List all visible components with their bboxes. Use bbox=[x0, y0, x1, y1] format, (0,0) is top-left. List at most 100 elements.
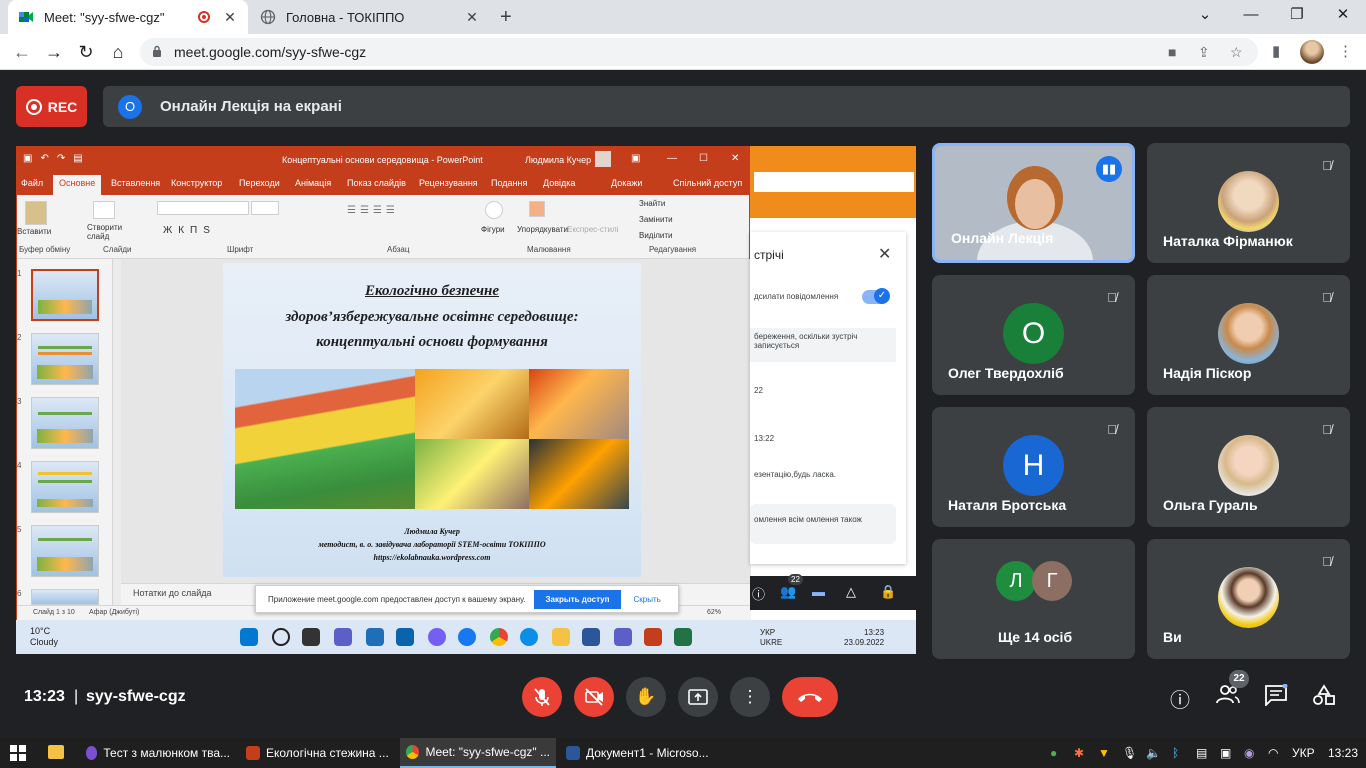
tray-app-icon[interactable]: ▼ bbox=[1098, 746, 1110, 760]
computer-lab-photo bbox=[529, 439, 629, 509]
more-vert-icon: ⋮ bbox=[741, 687, 759, 706]
presenter-initial: О bbox=[118, 94, 142, 119]
more-options-button[interactable]: ⋮ bbox=[730, 677, 770, 717]
people-icon: 👥 bbox=[780, 584, 797, 599]
taskbar-app-test[interactable]: Тест з малюнком тва... bbox=[80, 738, 236, 768]
leave-call-button[interactable] bbox=[782, 677, 838, 717]
activities-button[interactable] bbox=[1310, 684, 1338, 712]
side-panel-icon[interactable]: ▮ bbox=[1272, 42, 1280, 60]
tab-title: Головна - ТОКІППО bbox=[286, 9, 405, 25]
reload-icon[interactable]: ↻ bbox=[74, 40, 98, 64]
camera-toggle-button[interactable] bbox=[574, 677, 614, 717]
minimize-button[interactable]: — bbox=[1228, 0, 1274, 30]
address-bar[interactable]: meet.google.com/syy-sfwe-cgz ■ ⇪ ☆ bbox=[140, 38, 1258, 66]
restore-button[interactable]: ❐ bbox=[1274, 0, 1320, 30]
taskbar-app-meet[interactable]: Meet: "syy-sfwe-cgz" ... bbox=[400, 738, 556, 768]
viber-icon[interactable]: ◉ bbox=[1244, 746, 1254, 760]
replace-label: Замінити bbox=[639, 215, 673, 224]
others-tile[interactable]: Л Г Ще 14 осіб bbox=[932, 539, 1135, 659]
tray-date: 23.09.2022 bbox=[844, 638, 885, 647]
participant-tile[interactable]: 🎙̸ Наталка Фірманюк bbox=[1147, 143, 1350, 263]
volume-icon[interactable]: 🔈 bbox=[1146, 746, 1161, 760]
tab-tokippo[interactable]: Головна - ТОКІППО ✕ bbox=[250, 0, 490, 34]
tray-app-icon[interactable]: ✱ bbox=[1074, 746, 1084, 760]
meet-tray-icon[interactable]: ▣ bbox=[1220, 746, 1231, 760]
avatar bbox=[1218, 303, 1279, 364]
tab-search-icon[interactable]: ⌄ bbox=[1182, 0, 1228, 30]
weather-temp: 10°C bbox=[30, 626, 51, 636]
participant-tile[interactable]: 🎙̸ О Олег Твердохліб bbox=[932, 275, 1135, 395]
display-icon[interactable]: ▤ bbox=[1196, 746, 1207, 760]
file-explorer-icon[interactable] bbox=[48, 745, 64, 759]
search-icon bbox=[272, 628, 290, 646]
slide-thumbnail bbox=[31, 269, 99, 321]
group-slides: Слайди bbox=[103, 245, 132, 254]
participant-tile[interactable]: 🎙̸ Н Наталя Бротська bbox=[932, 407, 1135, 527]
ppt-title-bar: ▣↶↷▤ Концептуальні основи середовища - P… bbox=[17, 147, 749, 173]
powerpoint-icon bbox=[246, 746, 260, 760]
raise-hand-button[interactable]: ✋ bbox=[626, 677, 666, 717]
chat-icon: ▬ bbox=[812, 584, 825, 599]
back-icon[interactable]: ← bbox=[10, 40, 34, 64]
tray-app-icon[interactable]: ● bbox=[1050, 746, 1057, 760]
mail-icon bbox=[396, 628, 414, 646]
mic-toggle-button[interactable] bbox=[522, 677, 562, 717]
thumb-number: 5 bbox=[17, 525, 22, 534]
avatar: Н bbox=[1003, 435, 1064, 496]
participant-name: Надія Піскор bbox=[1163, 365, 1252, 381]
avatar bbox=[1218, 171, 1279, 232]
meeting-code: syy-sfwe-cgz bbox=[86, 688, 186, 705]
quick-access-icons: ▣↶↷▤ bbox=[23, 153, 91, 164]
arrange-icon bbox=[529, 201, 545, 217]
taskbar-clock[interactable]: 13:23 bbox=[1328, 746, 1358, 760]
new-tab-button[interactable]: + bbox=[500, 6, 512, 29]
meeting-clock: 13:23 bbox=[24, 688, 65, 705]
taskbar-app-powerpoint[interactable]: Екологічна стежина ... bbox=[240, 738, 396, 768]
forward-icon[interactable]: → bbox=[42, 40, 66, 64]
participant-tile[interactable]: 🎙̸ Ольга Гураль bbox=[1147, 407, 1350, 527]
home-icon[interactable]: ⌂ bbox=[106, 40, 130, 64]
chat-message: езентацію,будь ласка. bbox=[754, 470, 836, 479]
bookmark-star-icon[interactable]: ☆ bbox=[1230, 44, 1243, 61]
browser-app-icon bbox=[86, 746, 98, 760]
taskbar-app-word[interactable]: Документ1 - Microso... bbox=[560, 738, 716, 768]
hand-icon: ✋ bbox=[635, 687, 657, 706]
chat-button[interactable] bbox=[1262, 683, 1290, 712]
meeting-details-button[interactable]: ⓘ bbox=[1166, 684, 1194, 713]
share-banner-message: Приложение meet.google.com предоставлен … bbox=[268, 594, 526, 604]
slide-author-position: методист, в. о. завідувача лабораторії S… bbox=[318, 540, 546, 549]
weather-desc: Cloudy bbox=[30, 637, 59, 647]
participant-tile[interactable]: 🎙̸ Надія Піскор bbox=[1147, 275, 1350, 395]
share-icon[interactable]: ⇪ bbox=[1198, 44, 1210, 61]
microphone-icon[interactable]: 🎙 bbox=[1122, 746, 1137, 760]
camera-in-use-icon[interactable]: ■ bbox=[1168, 44, 1176, 60]
menu-dots-icon[interactable]: ⋮ bbox=[1338, 42, 1353, 60]
bluetooth-icon[interactable]: ᛒ bbox=[1172, 746, 1179, 760]
new-slide-icon bbox=[93, 201, 115, 219]
close-tab-icon[interactable]: ✕ bbox=[464, 9, 480, 26]
ppt-minimize-icon: — bbox=[667, 153, 677, 164]
browser-toolbar: ← → ↻ ⌂ meet.google.com/syy-sfwe-cgz ■ ⇪… bbox=[0, 34, 1366, 70]
present-screen-button[interactable] bbox=[678, 677, 718, 717]
tray-clock: 13:23 23.09.2022 bbox=[844, 628, 884, 648]
participant-name: Наталя Бротська bbox=[948, 497, 1067, 513]
network-icon[interactable]: ◠ bbox=[1268, 746, 1278, 760]
self-tile[interactable]: 🎙̸ Ви bbox=[1147, 539, 1350, 659]
group-editing: Редагування bbox=[649, 245, 697, 254]
find-label: Знайти bbox=[639, 199, 666, 208]
tab-meet[interactable]: Meet: "syy-sfwe-cgz" ✕ bbox=[8, 0, 248, 34]
slide-editor: Екологічно безпечне здоров’язбережувальн… bbox=[121, 259, 743, 583]
library-photo bbox=[529, 369, 629, 439]
language-indicator[interactable]: УКР bbox=[1292, 746, 1315, 760]
recording-indicator-icon bbox=[198, 11, 210, 23]
windows-start-icon[interactable] bbox=[10, 745, 26, 761]
powerpoint-icon bbox=[644, 628, 662, 646]
ppt-tab-insert: Вставлення bbox=[111, 178, 161, 188]
profile-avatar[interactable] bbox=[1300, 40, 1324, 64]
participant-tile-online-lecture[interactable]: ▮▮ Онлайн Лекція bbox=[932, 143, 1135, 263]
close-tab-icon[interactable]: ✕ bbox=[222, 9, 238, 26]
paragraph-icons: ☰☰☰☰ bbox=[347, 205, 399, 216]
taskbar-app-label: Документ1 - Microso... bbox=[586, 746, 709, 760]
close-window-button[interactable]: ✕ bbox=[1320, 0, 1366, 30]
participant-name: Олег Твердохліб bbox=[948, 365, 1064, 381]
